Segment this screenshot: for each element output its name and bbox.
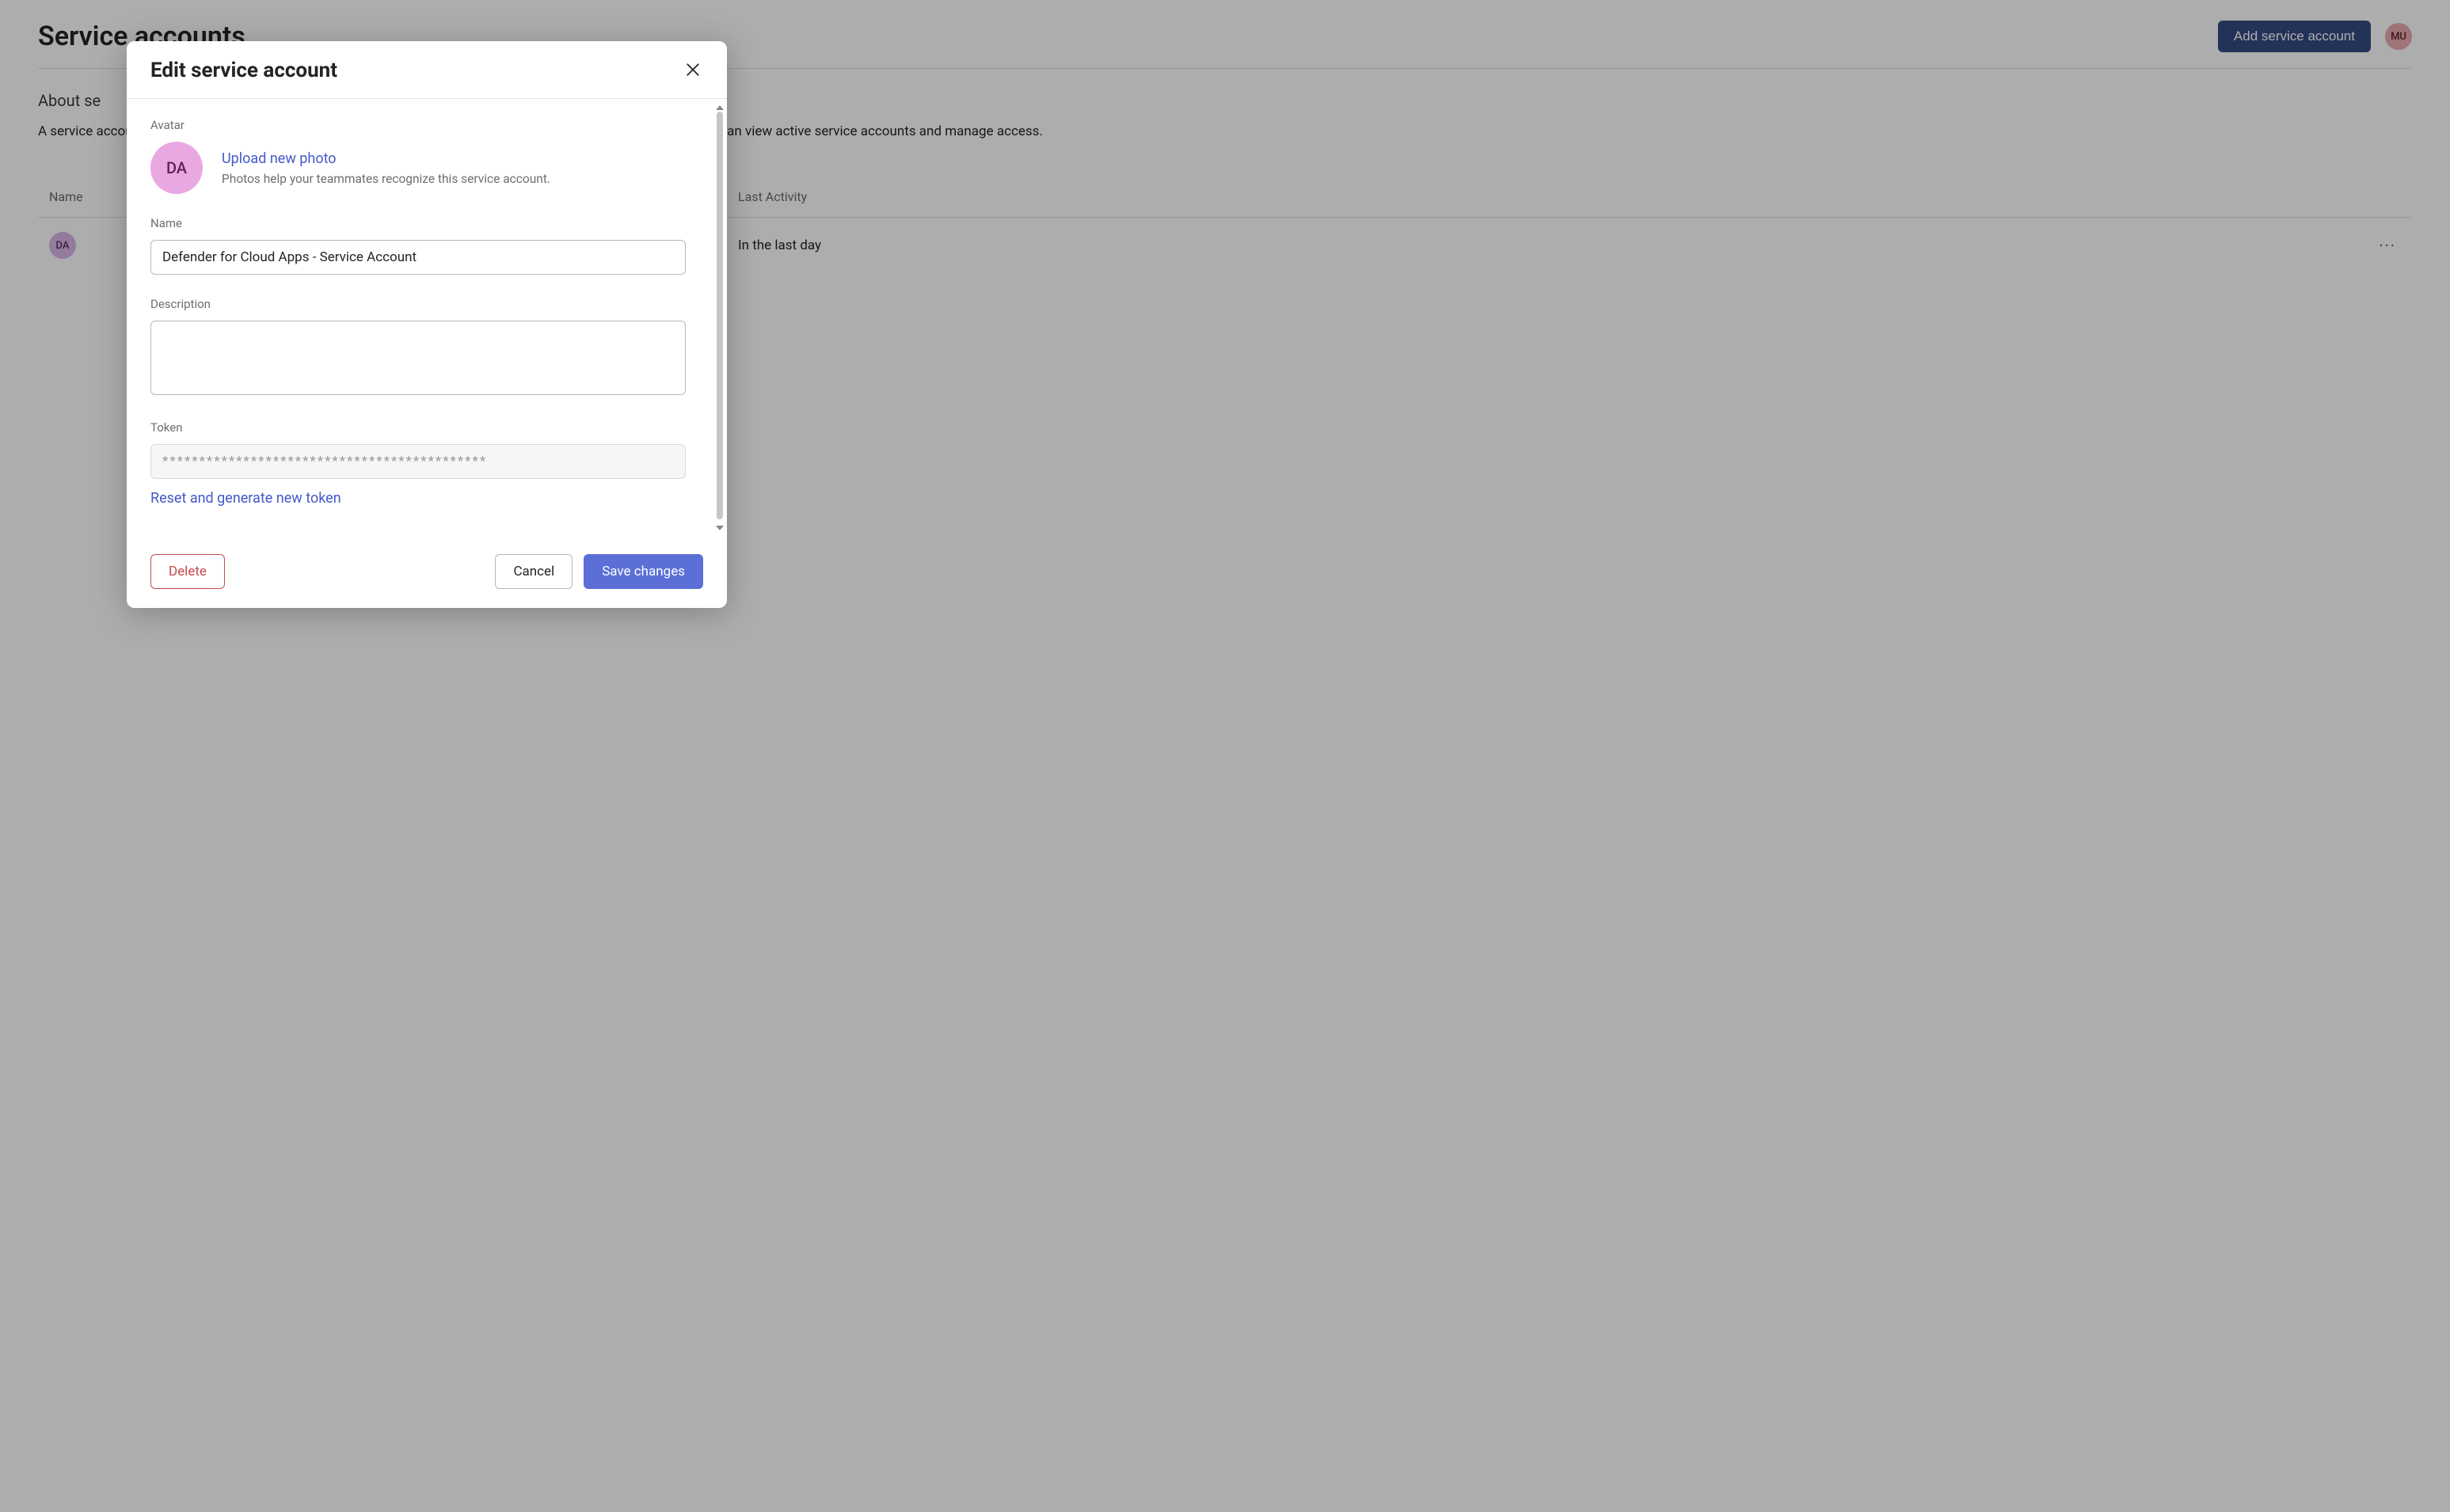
token-input [150,444,686,479]
avatar-label: Avatar [150,118,703,132]
reset-token-link[interactable]: Reset and generate new token [150,490,341,507]
save-button[interactable]: Save changes [584,554,703,589]
modal-footer: Delete Cancel Save changes [127,537,727,608]
name-section: Name [150,216,703,275]
delete-button[interactable]: Delete [150,554,225,589]
scroll-thumb [717,112,723,519]
upload-photo-link[interactable]: Upload new photo [222,150,337,167]
description-input[interactable] [150,321,686,395]
scroll-down-icon [716,526,724,530]
avatar: DA [150,142,203,194]
close-icon [686,63,700,77]
modal-body: Avatar DA Upload new photo Photos help y… [127,99,727,537]
avatar-hint: Photos help your teammates recognize thi… [222,172,550,186]
cancel-button[interactable]: Cancel [495,554,573,589]
name-input[interactable] [150,240,686,275]
modal-title: Edit service account [150,59,337,82]
token-section: Token Reset and generate new token [150,420,703,507]
name-label: Name [150,216,703,230]
scroll-up-icon [716,105,724,110]
avatar-section: Avatar DA Upload new photo Photos help y… [150,118,703,194]
description-section: Description [150,297,703,398]
close-button[interactable] [683,59,703,82]
token-label: Token [150,420,703,435]
modal-overlay[interactable]: Edit service account Avatar DA Upload ne [0,0,2450,1512]
edit-service-account-modal: Edit service account Avatar DA Upload ne [127,41,727,608]
description-label: Description [150,297,703,311]
modal-header: Edit service account [127,41,727,99]
scrollbar [716,105,724,530]
